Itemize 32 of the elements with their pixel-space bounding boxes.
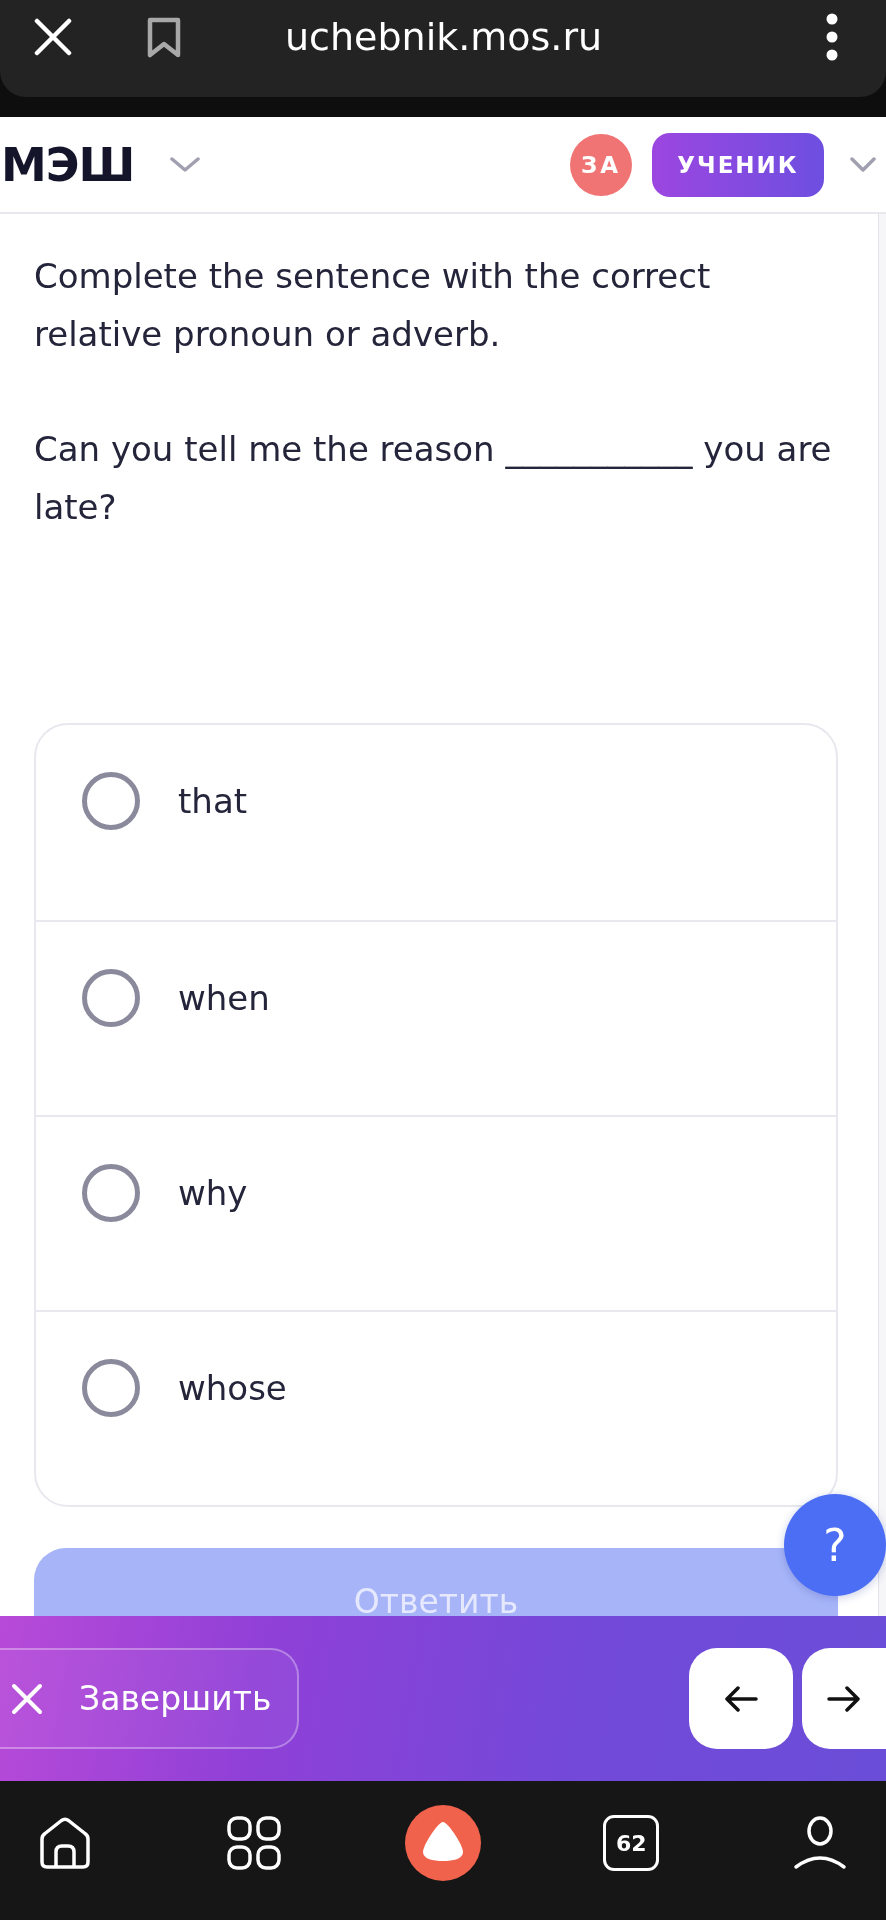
arrow-right-icon — [827, 1685, 861, 1712]
home-icon[interactable] — [37, 1815, 93, 1871]
arrow-left-icon — [724, 1685, 758, 1712]
option-label: why — [178, 1172, 248, 1215]
instruction-text: Complete the sentence with the correct relative pronoun or adverb. — [34, 255, 712, 356]
profile-icon[interactable] — [792, 1815, 848, 1871]
chevron-down-icon[interactable] — [170, 156, 201, 173]
more-menu-icon[interactable] — [826, 12, 838, 61]
radio-button[interactable] — [82, 1359, 140, 1417]
assistant-icon[interactable] — [404, 1805, 481, 1881]
bookmark-icon[interactable] — [146, 15, 182, 58]
radio-button[interactable] — [82, 772, 140, 830]
tabs-button[interactable]: 62 — [603, 1815, 660, 1871]
chevron-down-icon[interactable] — [850, 156, 876, 173]
radio-button[interactable] — [82, 969, 140, 1027]
finish-button[interactable]: Завершить — [0, 1648, 299, 1749]
back-button[interactable] — [689, 1648, 793, 1749]
option-label: whose — [178, 1367, 287, 1410]
grid-icon[interactable] — [225, 1815, 282, 1871]
logo-text[interactable]: МЭШ — [1, 141, 135, 188]
close-icon — [11, 1682, 43, 1715]
radio-button[interactable] — [82, 1164, 140, 1222]
close-icon[interactable] — [34, 17, 72, 56]
role-button[interactable]: УЧЕНИК — [652, 132, 824, 197]
question-text: Can you tell me the reason ___________ you are late? — [34, 428, 833, 529]
option-label: that — [178, 780, 248, 823]
option-label: when — [178, 977, 270, 1020]
answer-option[interactable]: why — [36, 1115, 836, 1310]
address-text[interactable]: uchebnik.mos.ru — [285, 14, 603, 59]
answer-option[interactable]: when — [36, 920, 836, 1115]
answer-option[interactable]: that — [36, 725, 836, 920]
forward-button[interactable] — [802, 1648, 886, 1749]
